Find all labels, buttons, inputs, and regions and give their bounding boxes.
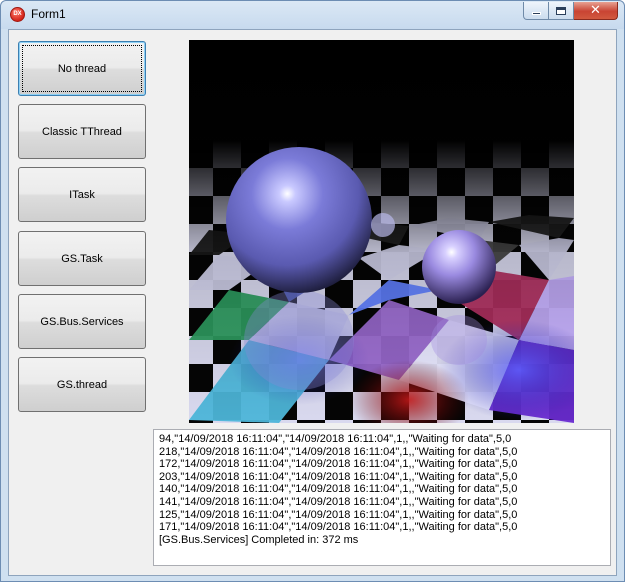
close-icon: ✕ [590, 3, 601, 18]
log-line: 141,"14/09/2018 16:11:04","14/09/2018 16… [159, 495, 518, 508]
no-thread-button[interactable]: No thread [18, 41, 146, 96]
itask-button[interactable]: ITask [18, 167, 146, 222]
minimize-icon [531, 12, 541, 15]
app-icon[interactable]: DX [10, 7, 25, 22]
gs-thread-button[interactable]: GS.thread [18, 357, 146, 412]
minimize-button[interactable] [523, 2, 549, 20]
maximize-button[interactable] [549, 2, 574, 20]
log-line: 140,"14/09/2018 16:11:04","14/09/2018 16… [159, 483, 518, 496]
close-button[interactable]: ✕ [574, 2, 618, 20]
title-bar[interactable]: DX Form1 ✕ [1, 1, 624, 29]
log-line: 125,"14/09/2018 16:11:04","14/09/2018 16… [159, 508, 518, 521]
gs-bus-services-button[interactable]: GS.Bus.Services [18, 294, 146, 349]
window-title: Form1 [31, 7, 66, 21]
log-line: 218,"14/09/2018 16:11:04","14/09/2018 16… [159, 445, 518, 458]
caption-buttons: ✕ [523, 2, 618, 20]
form1-window: DX Form1 ✕ No thread Classic TThread ITa… [0, 0, 625, 582]
log-line: 203,"14/09/2018 16:11:04","14/09/2018 16… [159, 470, 518, 483]
log-line: 172,"14/09/2018 16:11:04","14/09/2018 16… [159, 458, 518, 471]
raytraced-spheres-image [189, 40, 574, 423]
gs-task-button[interactable]: GS.Task [18, 231, 146, 286]
log-line: 94,"14/09/2018 16:11:04","14/09/2018 16:… [159, 433, 512, 445]
log-memo[interactable]: 94,"14/09/2018 16:11:04","14/09/2018 16:… [153, 429, 611, 566]
log-completed-line: [GS.Bus.Services] Completed in: 372 ms [159, 533, 359, 546]
maximize-icon [556, 6, 566, 15]
log-line: 171,"14/09/2018 16:11:04","14/09/2018 16… [159, 521, 518, 534]
form-client-area: No thread Classic TThread ITask GS.Task … [8, 29, 617, 576]
classic-tthread-button[interactable]: Classic TThread [18, 104, 146, 159]
